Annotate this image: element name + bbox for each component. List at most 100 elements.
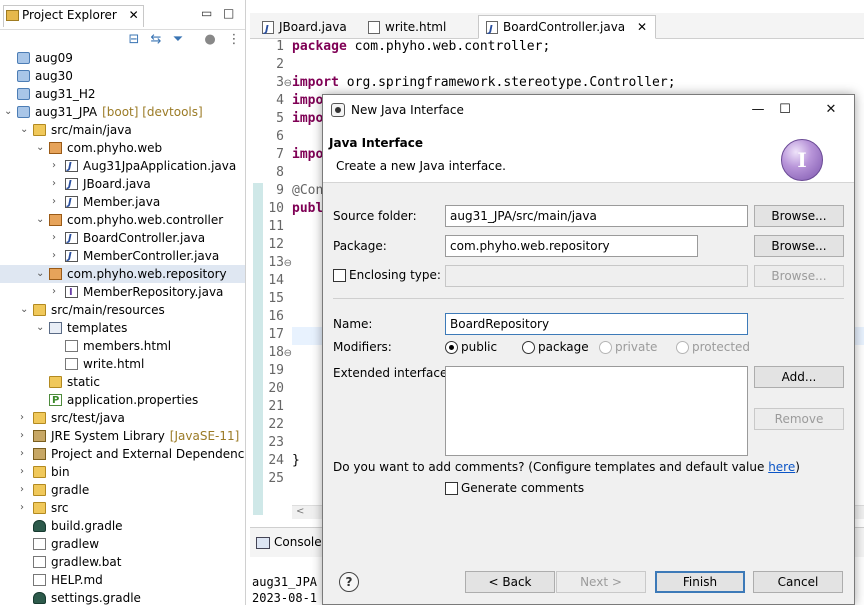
extended-interfaces-list[interactable] xyxy=(445,366,748,456)
chevron-right-icon[interactable]: › xyxy=(52,247,62,265)
generate-comments-checkbox[interactable] xyxy=(445,482,458,495)
chevron-right-icon[interactable]: › xyxy=(52,283,62,301)
name-input[interactable]: BoardRepository xyxy=(445,313,748,335)
chevron-right-icon[interactable]: › xyxy=(20,463,30,481)
close-icon[interactable]: ✕ xyxy=(637,20,647,34)
chevron-right-icon[interactable]: › xyxy=(52,175,62,193)
chevron-right-icon[interactable]: › xyxy=(20,427,30,445)
chevron-down-icon[interactable]: ⌄ xyxy=(36,139,46,157)
add-interface-button[interactable]: Add... xyxy=(754,366,844,388)
chevron-down-icon[interactable]: ⌄ xyxy=(4,103,14,121)
chevron-right-icon[interactable]: › xyxy=(20,481,30,499)
tree-item[interactable]: › gradle xyxy=(0,481,245,499)
tree-item[interactable]: › src/test/java xyxy=(0,409,245,427)
source-folder-browse-button[interactable]: Browse... xyxy=(754,205,844,227)
tree-item-text: src/main/resources xyxy=(51,303,165,317)
tree-item[interactable]: ⌄ com.phyho.web xyxy=(0,139,245,157)
maximize-icon[interactable]: □ xyxy=(223,6,234,20)
tree-item[interactable]: ⌄ com.phyho.web.repository xyxy=(0,265,245,283)
tree-item[interactable]: › JRE System Library [JavaSE-11] xyxy=(0,427,245,445)
tree-item[interactable]: members.html xyxy=(0,337,245,355)
fold-icon[interactable]: ⊖ xyxy=(284,348,292,359)
scroll-left-icon[interactable]: < xyxy=(296,506,304,517)
chevron-right-icon[interactable]: › xyxy=(52,157,62,175)
tree-item[interactable]: › MemberRepository.java xyxy=(0,283,245,302)
tree-item-text: src/main/java xyxy=(51,123,132,137)
tree-item[interactable]: › Aug31JpaApplication.java xyxy=(0,157,245,176)
configure-templates-link[interactable]: here xyxy=(768,460,795,474)
tree-item[interactable]: build.gradle xyxy=(0,517,245,535)
maximize-icon[interactable]: ☐ xyxy=(770,99,800,121)
tree-item[interactable]: write.html xyxy=(0,355,245,373)
help-icon[interactable]: ? xyxy=(339,572,359,592)
chevron-right-icon[interactable]: › xyxy=(52,229,62,247)
focus-icon[interactable]: ● xyxy=(202,32,218,48)
tab-write-html[interactable]: write.html xyxy=(360,15,455,39)
cancel-button[interactable]: Cancel xyxy=(753,571,843,593)
tree-item-label: MemberRepository.java xyxy=(83,283,223,301)
close-icon[interactable]: ✕ xyxy=(816,99,846,121)
minimize-icon[interactable]: — xyxy=(743,99,773,121)
tree-item[interactable]: ⌄ src/main/java xyxy=(0,121,245,139)
close-icon[interactable]: ✕ xyxy=(129,8,139,22)
tree-item[interactable]: ⌄ src/main/resources xyxy=(0,301,245,319)
chevron-right-icon[interactable]: › xyxy=(20,409,30,427)
source-folder-input[interactable]: aug31_JPA/src/main/java xyxy=(445,205,748,227)
package-input[interactable]: com.phyho.web.repository xyxy=(445,235,698,257)
tree-item[interactable]: ⌄ templates xyxy=(0,319,245,337)
tree-item[interactable]: application.properties xyxy=(0,391,245,410)
modifier-private-label: private xyxy=(615,340,658,354)
tree-item[interactable]: › JBoard.java xyxy=(0,175,245,194)
back-button[interactable]: < Back xyxy=(465,571,555,593)
view-menu-icon[interactable]: ⋮ xyxy=(226,32,242,48)
chevron-down-icon[interactable]: ⌄ xyxy=(36,265,46,283)
tree-item[interactable]: gradlew.bat xyxy=(0,553,245,571)
fold-icon[interactable]: ⊖ xyxy=(284,258,292,269)
chevron-down-icon[interactable]: ⌄ xyxy=(20,301,30,319)
dialog-header-title: Java Interface xyxy=(329,136,424,150)
minimize-icon[interactable]: ▭ xyxy=(201,6,212,20)
link-with-editor-icon[interactable]: ⇆ xyxy=(148,32,164,48)
tree-item[interactable]: › bin xyxy=(0,463,245,481)
modifier-public-radio[interactable] xyxy=(445,341,458,354)
tree-item[interactable]: › MemberController.java xyxy=(0,247,245,266)
tree-item[interactable]: settings.gradle xyxy=(0,589,245,605)
chevron-down-icon[interactable]: ⌄ xyxy=(36,319,46,337)
tab-boardcontroller-java[interactable]: BoardController.java ✕ xyxy=(478,15,657,41)
tree-item[interactable]: › Member.java xyxy=(0,193,245,212)
tree-item[interactable]: aug09 xyxy=(0,49,245,67)
tree-item[interactable]: ⌄ com.phyho.web.controller xyxy=(0,211,245,229)
tree-item[interactable]: › BoardController.java xyxy=(0,229,245,248)
next-button: Next > xyxy=(556,571,646,593)
finish-button[interactable]: Finish xyxy=(655,571,745,593)
filter-icon[interactable]: ⏷ xyxy=(170,32,186,48)
chevron-right-icon[interactable]: › xyxy=(52,193,62,211)
collapse-all-icon[interactable]: ⊟ xyxy=(126,32,142,48)
tree-item[interactable]: static xyxy=(0,373,245,391)
tree-item[interactable]: ⌄ aug31_JPA [boot] [devtools] xyxy=(0,103,245,121)
tree-item[interactable]: HELP.md xyxy=(0,571,245,589)
chevron-down-icon[interactable]: ⌄ xyxy=(20,121,30,139)
chevron-right-icon[interactable]: › xyxy=(20,499,30,517)
package-browse-button[interactable]: Browse... xyxy=(754,235,844,257)
package-icon xyxy=(49,268,62,280)
tab-jboard-java[interactable]: JBoard.java xyxy=(254,15,356,41)
tree-item-label: aug30 xyxy=(35,67,73,85)
templates-folder-icon xyxy=(49,322,62,334)
tree-item[interactable]: gradlew xyxy=(0,535,245,553)
tree-item-text: gradlew.bat xyxy=(51,555,122,569)
chevron-down-icon[interactable]: ⌄ xyxy=(36,211,46,229)
enclosing-type-checkbox[interactable] xyxy=(333,269,346,282)
tree-item-label: aug31_H2 xyxy=(35,85,96,103)
enclosing-type-browse-button: Browse... xyxy=(754,265,844,287)
modifier-package-radio[interactable] xyxy=(522,341,535,354)
tree-item[interactable]: › src xyxy=(0,499,245,517)
tree-item-text: Project and External Dependencies xyxy=(51,447,246,461)
project-explorer-tab[interactable]: Project Explorer ✕ xyxy=(3,5,144,27)
tree-item[interactable]: aug31_H2 xyxy=(0,85,245,103)
tab-console[interactable]: Console xyxy=(256,535,322,549)
tree-item[interactable]: aug30 xyxy=(0,67,245,85)
tree-item[interactable]: › Project and External Dependencies xyxy=(0,445,246,463)
chevron-right-icon[interactable]: › xyxy=(20,445,30,463)
fold-icon[interactable]: ⊖ xyxy=(284,78,292,89)
